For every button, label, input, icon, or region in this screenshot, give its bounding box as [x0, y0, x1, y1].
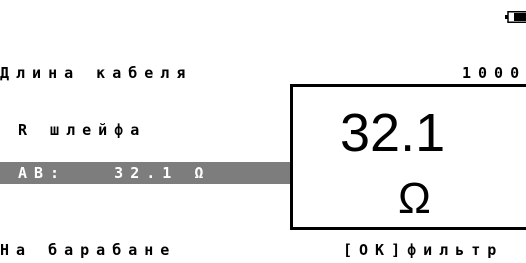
cable-length-value: 1000	[462, 64, 526, 82]
measurement-display-box: 32.1 Ω	[290, 84, 526, 230]
ab-resistance-readout: АВ: 32.1 Ω	[18, 164, 211, 182]
measurement-value: 32.1	[340, 103, 446, 163]
on-drum-label: На барабане	[0, 241, 177, 259]
device-screen: Длина кабеля 1000 R шлейфа АВ: 32.1 Ω На…	[0, 0, 526, 263]
measurement-unit: Ω	[398, 174, 431, 223]
ok-filter-hint: [OK]фильтр	[343, 241, 504, 259]
loop-resistance-label: R шлейфа	[18, 121, 147, 139]
battery-icon	[505, 11, 526, 23]
cable-length-label: Длина кабеля	[0, 64, 193, 82]
